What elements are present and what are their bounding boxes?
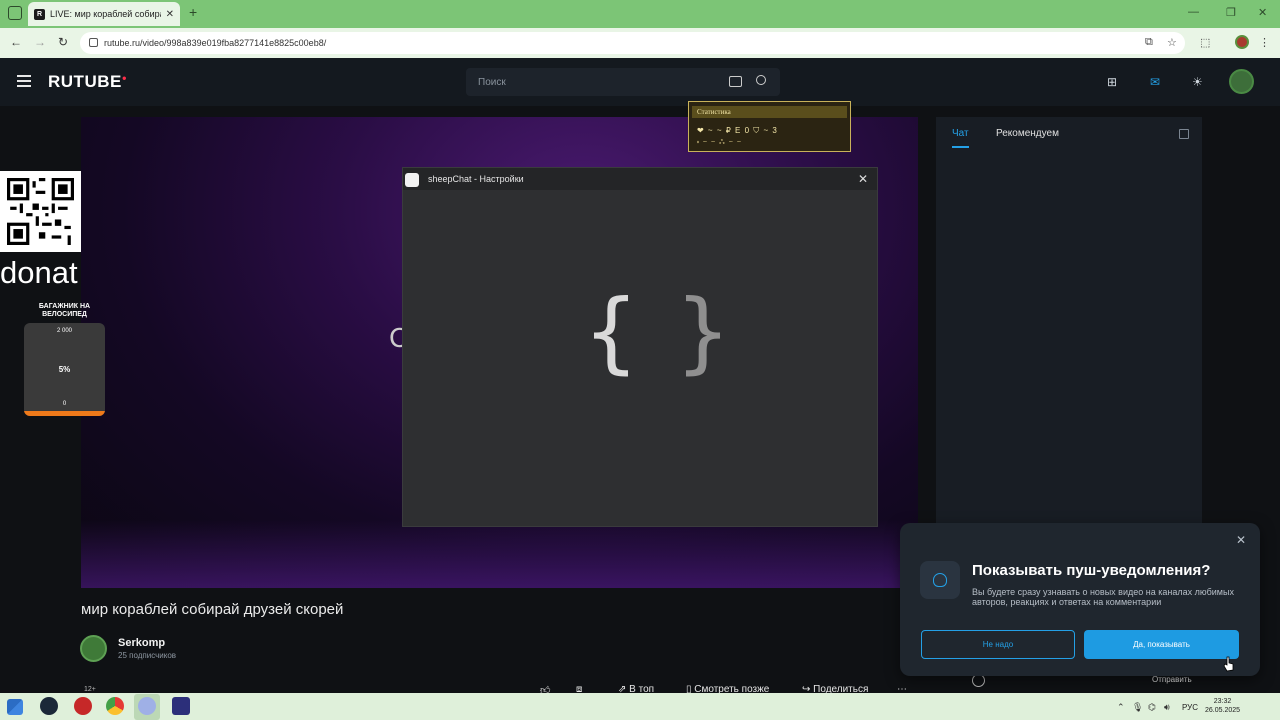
donation-goal-widget: 2 000 5% 0 bbox=[24, 323, 105, 416]
tab-recommend[interactable]: Рекомендуем bbox=[996, 128, 1059, 139]
qr-code-image bbox=[7, 178, 74, 245]
push-description: Вы будете сразу узнавать о новых видео н… bbox=[972, 587, 1234, 607]
browser-tab[interactable]: R LIVE: мир кораблей собирай д ✕ bbox=[28, 2, 180, 26]
bell-icon bbox=[920, 561, 960, 599]
forward-icon[interactable]: → bbox=[34, 35, 46, 49]
subscriber-count: 25 подписчиков bbox=[118, 651, 177, 660]
theme-toggle-icon[interactable]: ☀ bbox=[1192, 75, 1203, 89]
video-title: мир кораблей собирай друзей скорей bbox=[81, 601, 344, 618]
volume-icon[interactable]: 🔊︎ bbox=[1164, 702, 1170, 713]
stats-line-1: ❤ ~ ~ ₽ Е 0 ⛉ ~ 3 bbox=[697, 126, 778, 135]
browser-menu-icon[interactable] bbox=[8, 6, 22, 20]
goal-progress-fill bbox=[24, 411, 105, 416]
goal-title: БАГАЖНИК НА ВЕЛОСИПЕД bbox=[38, 303, 91, 318]
clock-time: 23:32 bbox=[1213, 698, 1232, 705]
address-toolbar: ← → ↻ rutube.ru/video/998a839e019fba8277… bbox=[0, 28, 1280, 58]
minimize-button[interactable]: — bbox=[1188, 6, 1199, 18]
goal-percent: 5% bbox=[58, 365, 71, 374]
sheepchat-titlebar[interactable]: sheepChat - Настройки ✕ bbox=[403, 168, 877, 190]
hamburger-menu-icon[interactable] bbox=[17, 75, 31, 87]
channel-name[interactable]: Serkomp bbox=[118, 637, 165, 649]
chrome-icon[interactable] bbox=[106, 697, 124, 715]
tab-title: LIVE: мир кораблей собирай д bbox=[50, 9, 161, 19]
push-close-icon[interactable]: ✕ bbox=[1236, 533, 1246, 547]
close-window-button[interactable]: ✕ bbox=[1258, 6, 1267, 19]
popout-chat-icon[interactable] bbox=[1179, 129, 1189, 139]
search-placeholder: Поиск bbox=[478, 76, 506, 88]
rutube-favicon-icon: R bbox=[34, 8, 45, 20]
taskbar bbox=[0, 693, 1280, 720]
windows-start-icon[interactable] bbox=[7, 699, 23, 715]
age-rating: 12+ bbox=[84, 686, 96, 693]
logo-text: RUTUBE bbox=[48, 72, 122, 91]
browser-menu-dots-icon[interactable]: ⋮ bbox=[1259, 36, 1270, 49]
loading-braces-icon: { } bbox=[583, 280, 735, 383]
brace-right: } bbox=[674, 280, 735, 383]
language-indicator[interactable]: РУС bbox=[1182, 703, 1198, 712]
sheep-app-icon bbox=[405, 173, 419, 187]
channel-avatar[interactable] bbox=[80, 635, 107, 662]
send-button[interactable]: Отправить bbox=[1152, 675, 1192, 684]
goal-min: 0 bbox=[62, 401, 67, 407]
search-icon[interactable] bbox=[756, 75, 766, 85]
url-field[interactable]: rutube.ru/video/998a839e019fba8277141e88… bbox=[80, 32, 1185, 54]
taskbar-clock[interactable]: 23:32 26.05.2025 bbox=[1205, 697, 1240, 715]
extensions-icon[interactable]: ⬚ bbox=[1200, 36, 1210, 49]
app-red-icon[interactable] bbox=[74, 697, 92, 715]
push-heading: Показывать пуш-уведомления? bbox=[972, 562, 1211, 579]
stream-stats-widget: Статистика ❤ ~ ~ ₽ Е 0 ⛉ ~ 3 ⬪ ~ ~ ⁂ ~ ~ bbox=[688, 101, 851, 152]
goal-max: 2 000 bbox=[56, 328, 72, 334]
network-icon[interactable]: ⌬ bbox=[1148, 702, 1156, 713]
install-app-icon[interactable]: ⧉ bbox=[1145, 36, 1153, 49]
steam-icon[interactable] bbox=[40, 697, 58, 715]
accept-push-button[interactable]: Да, показывать bbox=[1084, 630, 1239, 659]
bookmark-star-icon[interactable]: ☆ bbox=[1167, 36, 1177, 49]
mic-icon[interactable]: 🎙︎ bbox=[1132, 702, 1143, 713]
stats-header: Статистика bbox=[692, 106, 847, 118]
sheepchat-close-icon[interactable]: ✕ bbox=[858, 172, 868, 186]
stats-line-2: ⬪ ~ ~ ⁂ ~ ~ bbox=[697, 139, 742, 146]
decline-push-button[interactable]: Не надо bbox=[921, 630, 1075, 659]
sheepchat-settings-window[interactable]: sheepChat - Настройки ✕ { } bbox=[403, 168, 877, 526]
chat-panel bbox=[936, 117, 1202, 588]
brace-left: { bbox=[583, 280, 643, 383]
url-text: rutube.ru/video/998a839e019fba8277141e88… bbox=[104, 38, 327, 48]
mouse-cursor-icon bbox=[1223, 656, 1234, 672]
site-info-icon[interactable] bbox=[89, 38, 98, 47]
search-input[interactable]: Поиск bbox=[466, 68, 780, 96]
back-icon[interactable]: ← bbox=[10, 35, 22, 49]
player-glow bbox=[81, 520, 918, 588]
upload-icon[interactable]: ⊞ bbox=[1107, 75, 1117, 89]
new-tab-button[interactable]: + bbox=[189, 4, 197, 20]
donation-qr-code bbox=[0, 171, 81, 252]
app-dark-icon[interactable] bbox=[172, 697, 190, 715]
user-avatar[interactable] bbox=[1229, 69, 1254, 94]
tray-expand-icon[interactable]: ⌃ bbox=[1117, 702, 1125, 713]
clock-date: 26.05.2025 bbox=[1205, 707, 1241, 714]
rutube-logo[interactable]: RUTUBE● bbox=[48, 72, 127, 92]
keyboard-icon[interactable] bbox=[729, 76, 742, 87]
tab-chat-underline bbox=[952, 146, 969, 148]
donat-label: donat bbox=[0, 255, 78, 290]
tab-close-icon[interactable]: ✕ bbox=[166, 9, 174, 20]
sheepchat-title: sheepChat - Настройки bbox=[428, 174, 524, 184]
notifications-icon[interactable]: ✉ bbox=[1150, 75, 1160, 89]
browser-profile-avatar[interactable] bbox=[1235, 35, 1249, 49]
app-blue-icon[interactable] bbox=[138, 697, 156, 715]
reload-icon[interactable]: ↻ bbox=[58, 35, 68, 49]
tab-chat[interactable]: Чат bbox=[952, 128, 969, 139]
maximize-button[interactable]: ❐ bbox=[1226, 6, 1236, 19]
push-notification-dialog: ✕ Показывать пуш-уведомления? Вы будете … bbox=[900, 523, 1260, 676]
